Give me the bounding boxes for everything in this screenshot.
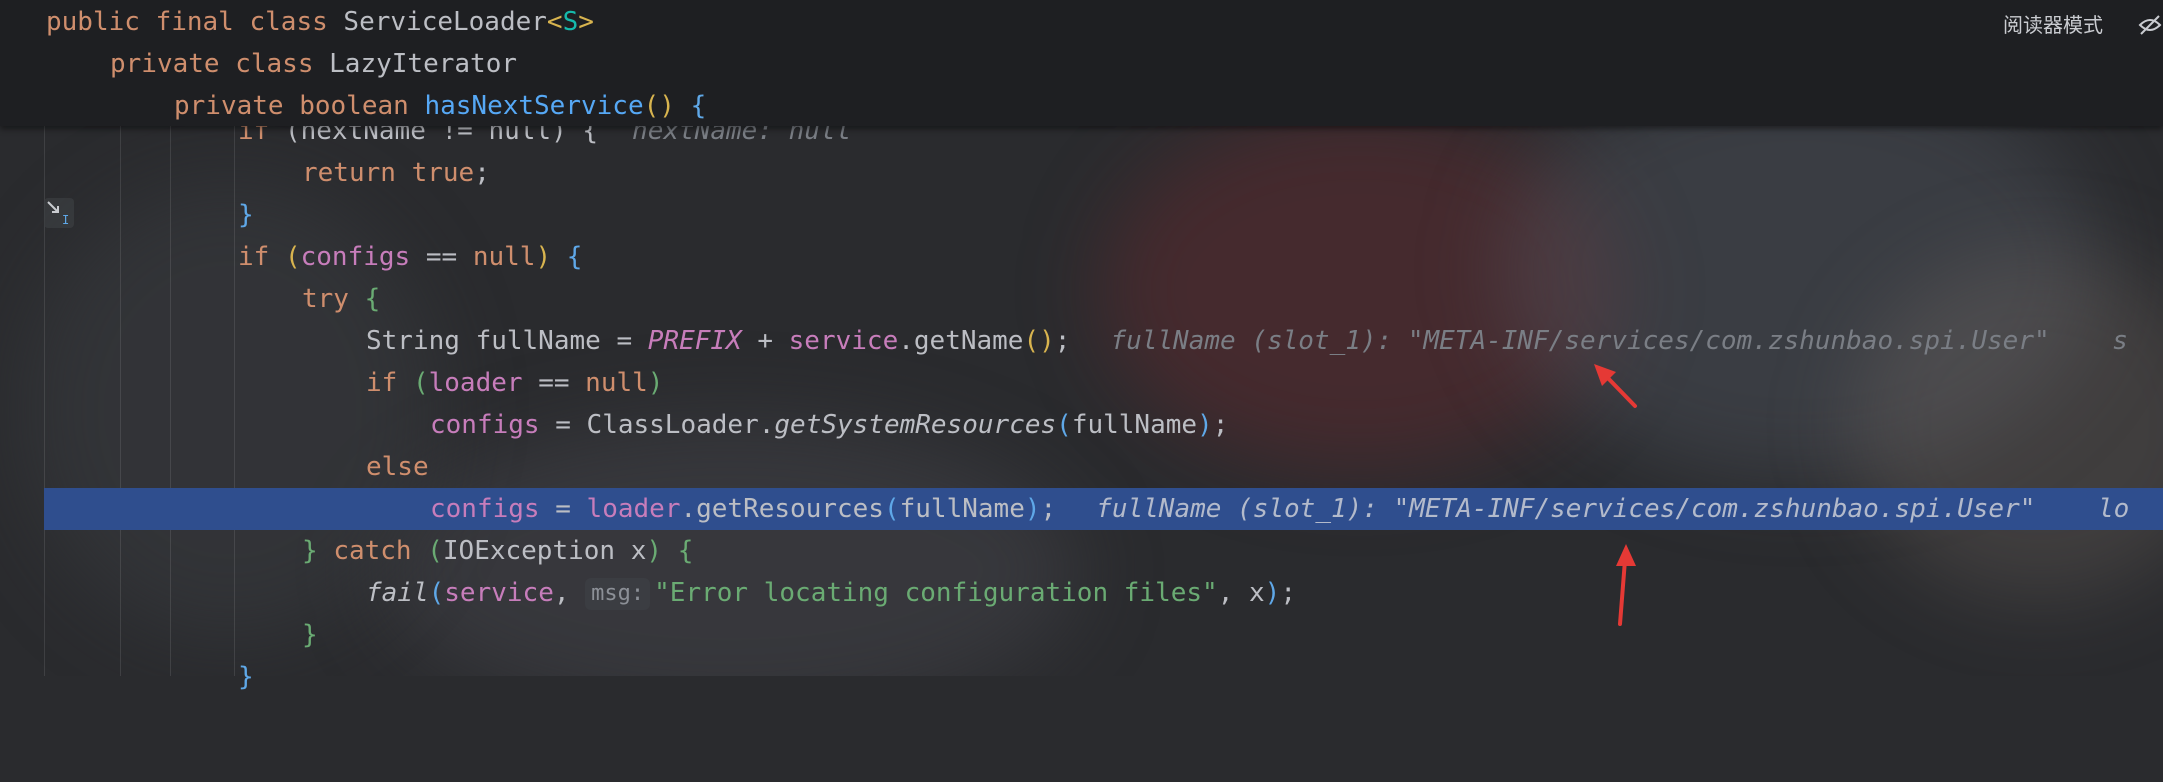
brace: { [551,242,583,272]
argument: fullName [899,494,1025,524]
code-line-14[interactable]: } [0,656,2163,698]
keyword: catch [333,536,428,566]
keyword: if [238,242,285,272]
paren: () [1023,326,1055,356]
operator: == [410,242,473,272]
code-text: , [553,578,586,608]
keyword: null [585,368,648,398]
code-line-11[interactable]: } catch (IOException x) { [0,530,2163,572]
field: configs [430,410,540,440]
code-line-5[interactable]: try { [0,278,2163,320]
keyword: null [472,242,536,272]
code-text: = ClassLoader. [539,410,775,440]
code-text: ; [474,158,490,188]
keyword: private class [110,49,330,79]
eye-off-icon[interactable] [2137,12,2163,38]
method-call: .getName [898,326,1024,356]
argument: fullName [1071,410,1198,440]
paren: ) [1197,410,1213,440]
code-text: , x [1217,578,1265,608]
keyword: public final class [46,7,344,37]
scope-line-method[interactable]: private boolean hasNextService() { [174,85,706,127]
static-method-call: getSystemResources [774,410,1057,440]
code-text: ; [1040,494,1057,524]
parens: () [643,91,675,121]
brace: } [238,200,254,230]
field: service [788,326,899,356]
code-line-13[interactable]: } [0,614,2163,656]
brace: { [674,91,707,121]
step-into-icon[interactable]: I [44,198,74,228]
code-editor[interactable]: if (nextName != null) {nextName: null re… [0,116,2163,692]
keyword: true [411,158,475,188]
method-name: hasNextService [424,91,644,121]
class-name: LazyIterator [329,49,517,79]
code-text: ; [1280,578,1296,608]
type-parameter: S [562,7,579,37]
keyword: else [366,452,429,482]
code-line-12[interactable]: fail(service, msg: "Error locating config… [0,572,2163,614]
paren: ) [1024,494,1041,524]
field: configs [300,242,411,272]
field: loader [428,368,523,398]
annotation-arrow-icon [1616,544,1636,626]
field: configs [430,494,540,524]
sticky-scope-header: public final class ServiceLoader<S> priv… [0,0,2163,126]
string-literal: "Error locating configuration files" [654,578,1218,608]
brace: } [302,620,318,650]
paren: ( [428,578,445,608]
keyword: return [302,158,412,188]
paren: ( [412,368,429,398]
constant: PREFIX [647,326,742,356]
paren: ( [1056,410,1072,440]
operator: = [539,494,587,524]
paren: ( [427,536,443,566]
keyword: private boolean [174,91,425,121]
parameter-name-hint: msg: [585,577,651,610]
field: service [444,578,554,608]
brace: } [238,662,254,692]
annotation-arrow-icon [1594,364,1637,408]
paren: ) [535,242,552,272]
code-line-2[interactable]: return true; [0,152,2163,194]
paren: ) [647,368,664,398]
code-line-9[interactable]: else [0,446,2163,488]
keyword: if [366,368,413,398]
debug-inline-value: fullName (slot_1): "META-INF/services/co… [1096,494,2130,524]
code-text: ; [1054,326,1071,356]
scope-line-inner-class[interactable]: private class LazyIterator [110,43,517,85]
svg-text:I: I [62,213,69,227]
current-execution-line[interactable]: configs = loader.getResources(fullName);… [44,488,2163,530]
field: loader [586,494,681,524]
paren: ( [883,494,900,524]
code-line-3[interactable]: } [0,194,2163,236]
operator: + [741,326,789,356]
paren: ( [284,242,301,272]
brace: } [302,536,334,566]
operator: == [522,368,586,398]
code-line-6[interactable]: String fullName = PREFIX + service.getNa… [0,320,2163,362]
class-name: ServiceLoader [343,7,547,37]
code-text: String fullName = [366,326,648,356]
type-bracket: < [546,7,563,37]
scope-line-class[interactable]: public final class ServiceLoader<S> [46,1,594,43]
brace: { [662,536,694,566]
code-text: ; [1212,410,1229,440]
argument: IOException x [442,536,647,566]
static-method-call: fail [366,578,429,608]
paren: ) [1264,578,1281,608]
debug-inline-value: fullName (slot_1): "META-INF/services/co… [1110,326,2128,356]
paren: ) [646,536,663,566]
method-call: .getResources [680,494,884,524]
brace: { [364,284,381,314]
keyword: try [302,284,365,314]
code-line-8[interactable]: configs = ClassLoader.getSystemResources… [0,404,2163,446]
code-line-4[interactable]: if (configs == null) { [0,236,2163,278]
type-bracket: > [578,7,594,37]
code-line-7[interactable]: if (loader == null) [0,362,2163,404]
reader-mode-button[interactable]: 阅读器模式 [2003,10,2103,40]
